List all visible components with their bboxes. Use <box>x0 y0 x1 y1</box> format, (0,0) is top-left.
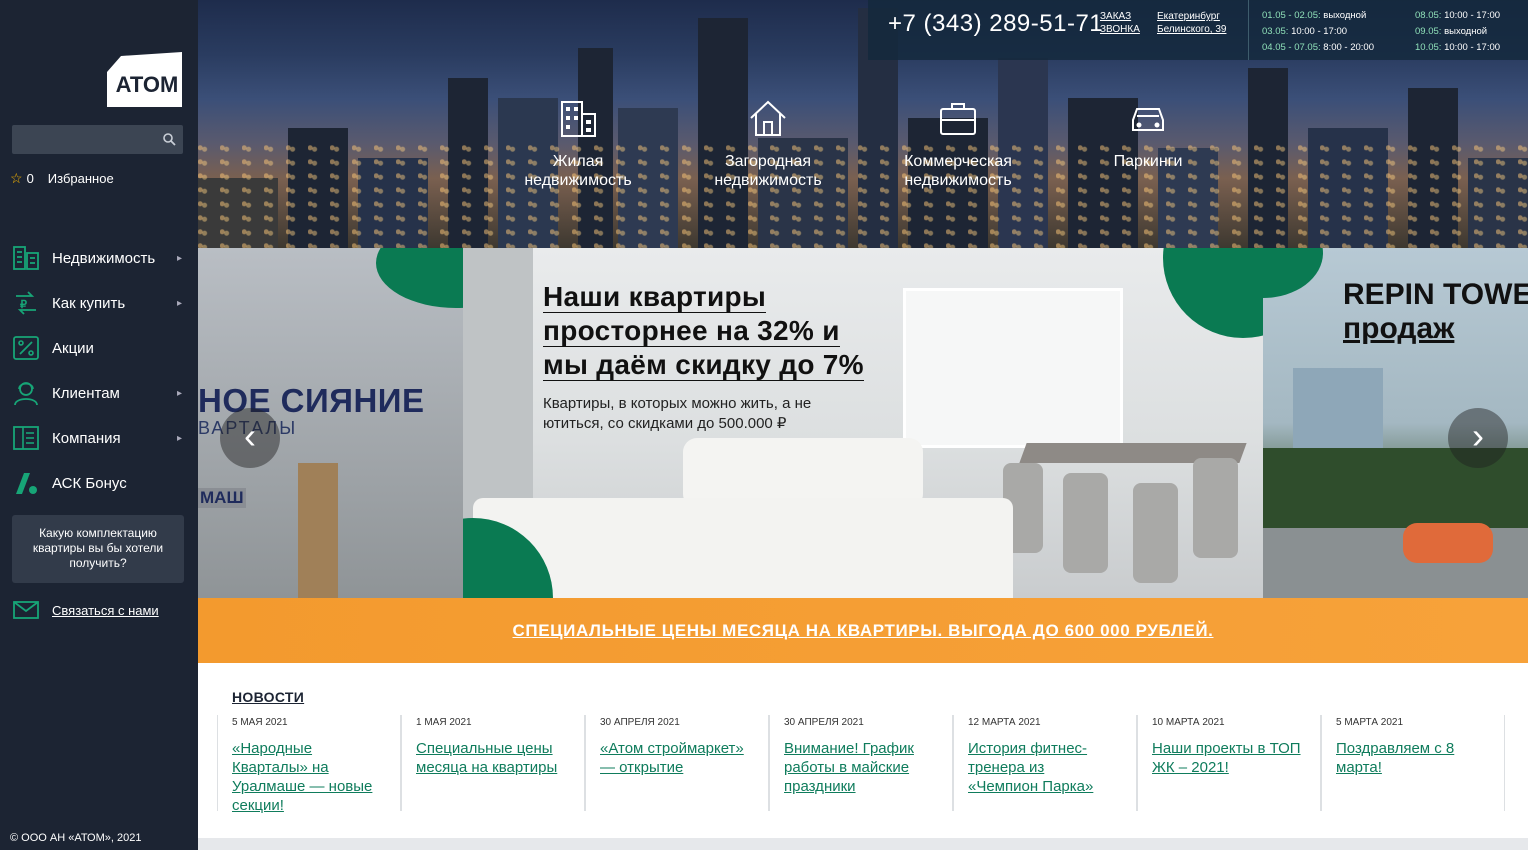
favorites-label: Избранное <box>47 171 114 186</box>
promo-carousel: НОЕ СИЯНИЕ ВАРТАЛЫ МАШ Наши квартиры про… <box>198 248 1528 598</box>
briefcase-icon <box>940 103 976 135</box>
category-parking[interactable]: Паркинги <box>1078 98 1218 171</box>
search-icon[interactable] <box>162 132 176 146</box>
news-link[interactable]: История фитнес-тренера из «Чемпион Парка… <box>968 739 1118 796</box>
news-link[interactable]: Наши проекты в ТОП ЖК – 2021! <box>1152 739 1302 777</box>
carousel-slide-active[interactable]: Наши квартиры просторнее на 32% и мы даё… <box>463 248 1263 598</box>
svg-text:₽: ₽ <box>20 299 27 311</box>
chevron-right-icon: ▸ <box>176 432 182 444</box>
news-link[interactable]: «Атом строймаркет» — открытие <box>600 739 750 777</box>
footer-strip <box>198 838 1528 850</box>
search-input[interactable] <box>12 125 183 154</box>
news-item[interactable]: 10 марта 2021 Наши проекты в ТОП ЖК – 20… <box>1137 715 1321 811</box>
sidebar-item-label: Как купить <box>52 294 126 312</box>
ask-bonus-icon <box>16 473 37 494</box>
favorites-link[interactable]: ☆ 0 Избранное <box>10 170 114 187</box>
news-date: 12 марта 2021 <box>968 717 1041 728</box>
carousel-next-button[interactable]: › <box>1448 408 1508 468</box>
news-link[interactable]: Поздравляем с 8 марта! <box>1336 739 1486 777</box>
user-headset-icon <box>14 382 38 406</box>
news-heading[interactable]: НОВОСТИ <box>232 689 304 705</box>
news-date: 5 мая 2021 <box>232 717 288 728</box>
contact-bar: +7 (343) 289-51-71 ЗАКАЗ ЗВОНКА Екатерин… <box>868 0 1528 60</box>
news-date: 30 апреля 2021 <box>784 717 864 728</box>
sidebar-item-company[interactable]: Компания ▸ <box>12 423 188 453</box>
news-item[interactable]: 1 мая 2021 Специальные цены месяца на кв… <box>401 715 585 811</box>
hero-header: +7 (343) 289-51-71 ЗАКАЗ ЗВОНКА Екатерин… <box>198 0 1528 248</box>
sidebar-item-ask-bonus[interactable]: АСК Бонус <box>12 468 188 498</box>
contact-label: Связаться с нами <box>52 602 159 618</box>
sidebar: ATOM ☆ 0 Избранное Недвижимость ▸ ₽ Как … <box>0 0 198 850</box>
special-offer-banner[interactable]: СПЕЦИАЛЬНЫЕ ЦЕНЫ МЕСЯЦА НА КВАРТИРЫ. ВЫГ… <box>198 598 1528 663</box>
news-item[interactable]: 12 марта 2021 История фитнес-тренера из … <box>953 715 1137 811</box>
slide-description: Квартиры, в которых можно жить, а не юти… <box>543 395 812 432</box>
copyright: © ООО АН «АТОМ», 2021 <box>10 832 142 844</box>
news-item[interactable]: 30 апреля 2021 «Атом строймаркет» — откр… <box>585 715 769 811</box>
sidebar-item-label: АСК Бонус <box>52 474 127 492</box>
slide-tag: МАШ <box>198 488 246 508</box>
chevron-left-icon: ‹ <box>244 415 256 456</box>
house-icon <box>750 100 786 136</box>
sidebar-item-label: Акции <box>52 339 94 357</box>
news-date: 10 марта 2021 <box>1152 717 1225 728</box>
building-list-icon <box>13 246 39 270</box>
sidebar-item-clients[interactable]: Клиентам ▸ <box>12 378 188 408</box>
sidebar-item-how-to-buy[interactable]: ₽ Как купить ▸ <box>12 288 188 318</box>
callback-link[interactable]: ЗАКАЗ ЗВОНКА <box>1100 10 1140 36</box>
sidebar-item-label: Компания <box>52 429 121 447</box>
news-link[interactable]: Внимание! График работы в майские праздн… <box>784 739 934 796</box>
chevron-right-icon: ▸ <box>176 387 182 399</box>
category-residential[interactable]: Жилая недвижимость <box>508 98 648 190</box>
atom-logo[interactable]: ATOM <box>107 52 182 107</box>
contact-us-link[interactable]: Связаться с нами <box>12 598 159 622</box>
working-hours-right: 08.05: 10:00 - 17:00 09.05: выходной 10.… <box>1415 10 1501 53</box>
mail-icon <box>13 601 39 619</box>
phone-number[interactable]: +7 (343) 289-51-71 <box>888 10 1103 38</box>
news-link[interactable]: «Народные Кварталы» на Уралмаше — новые … <box>232 739 382 815</box>
news-date: 30 апреля 2021 <box>600 717 680 728</box>
chevron-right-icon: ▸ <box>176 252 182 264</box>
carousel-prev-button[interactable]: ‹ <box>220 408 280 468</box>
sidebar-item-label: Клиентам <box>52 384 120 402</box>
news-date: 5 марта 2021 <box>1336 717 1404 728</box>
news-item[interactable]: 5 мая 2021 «Народные Кварталы» на Уралма… <box>217 715 401 814</box>
quiz-widget[interactable]: Какую комплектацию квартиры вы бы хотели… <box>12 515 184 583</box>
office-address[interactable]: Екатеринбург Белинского, 39 <box>1157 10 1226 36</box>
page: { "brand": {"logo_text": "ATOM"}, "sideb… <box>0 0 1528 850</box>
sidebar-item-label: Недвижимость <box>52 249 156 267</box>
car-icon <box>1132 108 1164 131</box>
news-date: 1 мая 2021 <box>416 717 472 728</box>
news-item[interactable]: 30 апреля 2021 Внимание! График работы в… <box>769 715 953 811</box>
news-item[interactable]: 5 марта 2021 Поздравляем с 8 марта! <box>1321 715 1505 811</box>
sidebar-item-promotions[interactable]: Акции <box>12 333 188 363</box>
ruble-exchange-icon: ₽ <box>16 291 36 315</box>
apartment-building-icon <box>561 101 596 137</box>
slide-headline: Наши квартиры просторнее на 32% и мы даё… <box>543 281 864 381</box>
chevron-right-icon: › <box>1472 415 1484 456</box>
star-icon: ☆ <box>10 170 23 186</box>
slide-title: REPIN TOWE продаж <box>1343 278 1528 345</box>
news-section: НОВОСТИ 5 мая 2021 «Народные Кварталы» н… <box>198 663 1528 838</box>
sidebar-item-realty[interactable]: Недвижимость ▸ <box>12 243 188 273</box>
percent-icon <box>13 336 39 360</box>
favorites-count: 0 <box>26 171 34 186</box>
working-hours-left: 01.05 - 02.05: выходной 03.05: 10:00 - 1… <box>1248 0 1374 60</box>
category-country[interactable]: Загородная недвижимость <box>698 98 838 190</box>
quiz-text: Какую комплектацию квартиры вы бы хотели… <box>32 526 164 570</box>
svg-text:ATOM: ATOM <box>116 72 179 97</box>
chevron-right-icon: ▸ <box>176 297 182 309</box>
category-commercial[interactable]: Коммерческая недвижимость <box>888 98 1028 190</box>
news-link[interactable]: Специальные цены месяца на квартиры <box>416 739 566 777</box>
company-icon <box>13 426 39 450</box>
banner-text: СПЕЦИАЛЬНЫЕ ЦЕНЫ МЕСЯЦА НА КВАРТИРЫ. ВЫГ… <box>512 621 1214 640</box>
